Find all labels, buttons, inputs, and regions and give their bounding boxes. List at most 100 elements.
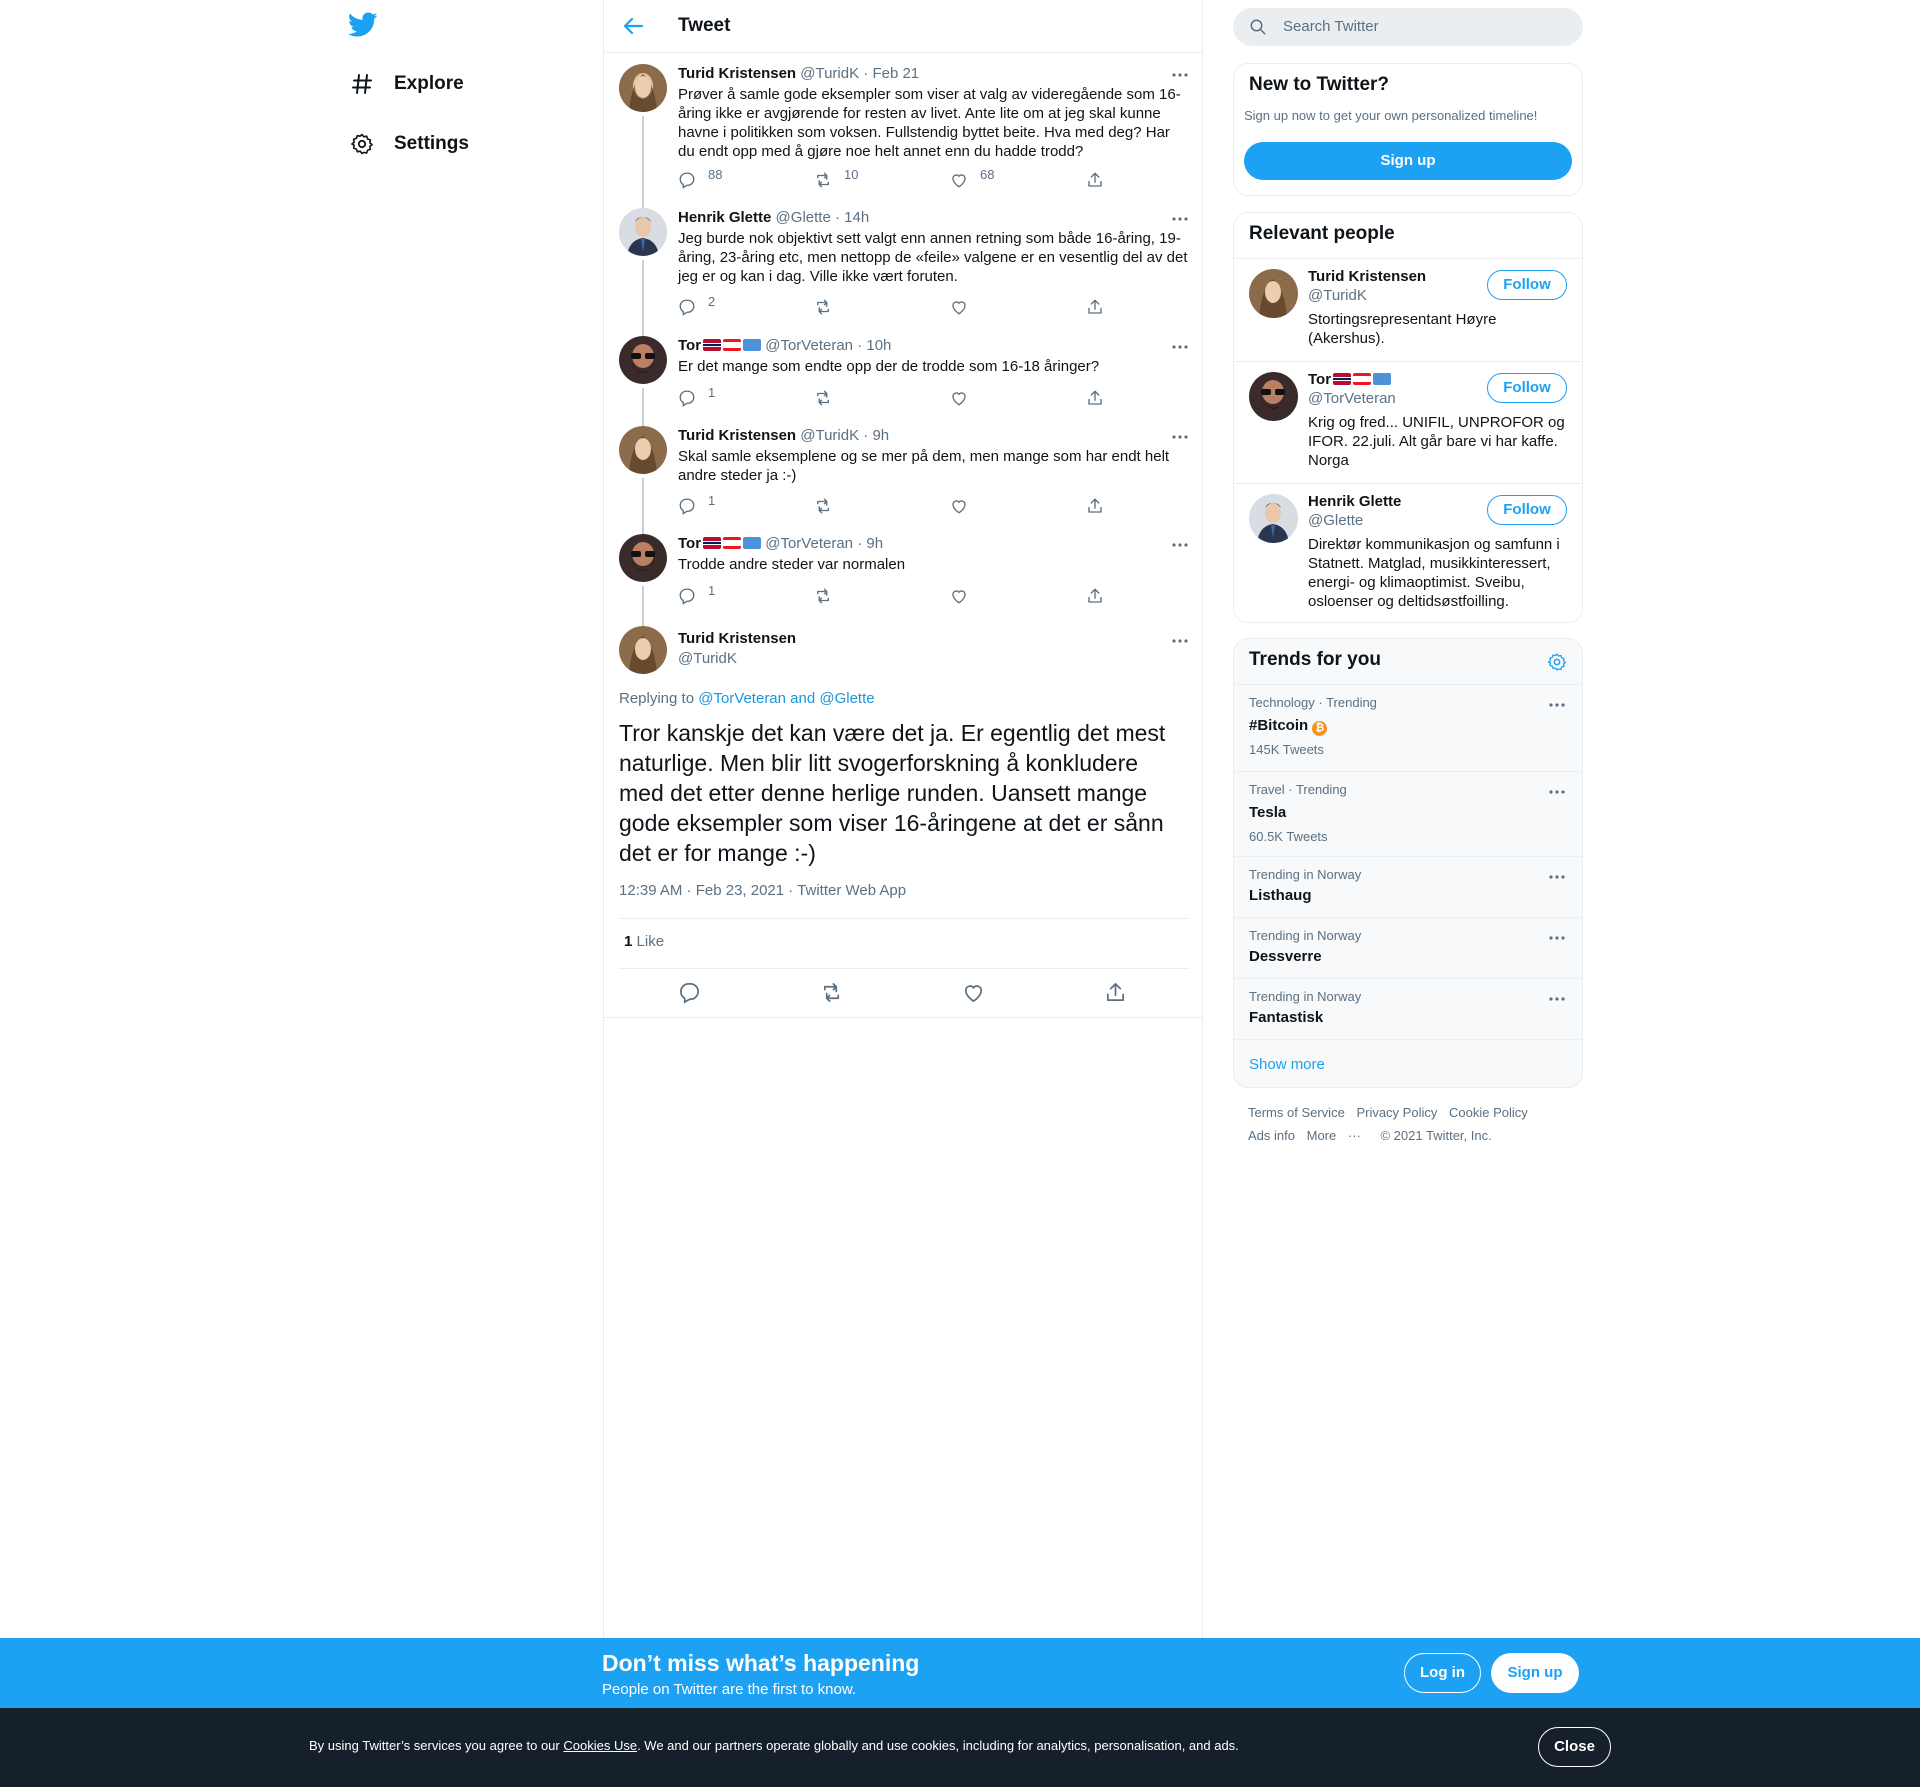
author-name[interactable]: Tor: [678, 337, 701, 354]
author-name[interactable]: Tor: [678, 535, 701, 552]
person-handle[interactable]: @Glette: [1308, 512, 1363, 529]
author-handle[interactable]: @TuridK: [678, 650, 737, 667]
reply-button[interactable]: 1: [678, 493, 715, 515]
author-handle[interactable]: @Glette: [776, 209, 831, 226]
person-name-row[interactable]: Tor: [1308, 371, 1392, 388]
trend-item[interactable]: Trending in Norway Dessverre: [1234, 917, 1582, 978]
more-options-icon[interactable]: [1547, 786, 1567, 798]
avatar[interactable]: [1249, 372, 1298, 421]
person-handle[interactable]: @TuridK: [1308, 287, 1367, 304]
cookies-use-link[interactable]: Cookies Use: [563, 1738, 637, 1753]
thread-tweet[interactable]: Turid Kristensen @TuridK · 9h Skal samle…: [604, 417, 1204, 526]
tweet-time[interactable]: Feb 21: [872, 65, 919, 82]
person-item[interactable]: Henrik Glette @Glette Direktør kommunika…: [1234, 483, 1582, 623]
replying-to-link[interactable]: @TorVeteran and @Glette: [698, 690, 874, 707]
terms-link[interactable]: Terms of Service: [1248, 1105, 1345, 1120]
more-options-icon[interactable]: [1170, 635, 1190, 647]
close-button[interactable]: Close: [1538, 1727, 1611, 1767]
tweet-time[interactable]: 9h: [866, 535, 883, 552]
thread-tweet[interactable]: Tor @TorVeteran · 10h Er det mange som e…: [604, 327, 1204, 418]
more-link[interactable]: More ···: [1307, 1128, 1369, 1143]
person-name[interactable]: Tor: [1308, 371, 1331, 388]
avatar[interactable]: [619, 534, 667, 582]
author-handle[interactable]: @TorVeteran: [765, 337, 853, 354]
sign-up-button[interactable]: Sign up: [1491, 1653, 1579, 1693]
more-options-icon[interactable]: [1547, 993, 1567, 1005]
person-item[interactable]: Tor @TorVeteran Krig og fred... UNIFIL, …: [1234, 361, 1582, 483]
author-handle[interactable]: @TuridK: [800, 427, 859, 444]
share-button[interactable]: [1104, 981, 1127, 1004]
nav-settings[interactable]: Settings: [340, 122, 469, 166]
retweet-button[interactable]: [814, 587, 832, 605]
reply-button[interactable]: 88: [678, 167, 722, 189]
avatar[interactable]: [619, 336, 667, 384]
more-options-icon[interactable]: [1170, 539, 1190, 551]
share-button[interactable]: [1086, 171, 1104, 189]
avatar[interactable]: [619, 426, 667, 474]
author-handle[interactable]: @TorVeteran: [765, 535, 853, 552]
person-name[interactable]: Turid Kristensen: [1308, 268, 1426, 285]
author-name[interactable]: Turid Kristensen: [678, 630, 796, 647]
share-button[interactable]: [1086, 587, 1104, 605]
more-options-icon[interactable]: [1170, 213, 1190, 225]
cookie-policy-link[interactable]: Cookie Policy: [1449, 1105, 1528, 1120]
share-button[interactable]: [1086, 298, 1104, 316]
share-button[interactable]: [1086, 389, 1104, 407]
follow-button[interactable]: Follow: [1487, 373, 1567, 403]
like-button[interactable]: 68: [950, 167, 994, 189]
more-options-icon[interactable]: [1547, 699, 1567, 711]
trend-item[interactable]: Technology · Trending #Bitcoin ₿ 145K Tw…: [1234, 684, 1582, 771]
follow-button[interactable]: Follow: [1487, 270, 1567, 300]
privacy-link[interactable]: Privacy Policy: [1356, 1105, 1437, 1120]
reply-button[interactable]: 2: [678, 294, 715, 316]
thread-tweet[interactable]: Turid Kristensen @TuridK · Feb 21 Prøver…: [604, 54, 1204, 204]
sign-up-button[interactable]: Sign up: [1244, 142, 1572, 180]
search-input[interactable]: Search Twitter: [1233, 8, 1583, 46]
avatar[interactable]: [1249, 269, 1298, 318]
author-handle[interactable]: @TuridK: [800, 65, 859, 82]
more-options-icon[interactable]: [1170, 341, 1190, 353]
retweet-button[interactable]: [814, 298, 832, 316]
twitter-logo-icon[interactable]: [348, 12, 378, 38]
thread-tweet[interactable]: Henrik Glette @Glette · 14h Jeg burde no…: [604, 199, 1204, 328]
person-name[interactable]: Henrik Glette: [1308, 493, 1401, 510]
follow-button[interactable]: Follow: [1487, 495, 1567, 525]
like-button[interactable]: [950, 587, 968, 605]
avatar[interactable]: [619, 64, 667, 112]
show-more-link[interactable]: Show more: [1234, 1039, 1582, 1088]
retweet-button[interactable]: 10: [814, 167, 858, 189]
back-arrow-icon[interactable]: [622, 16, 644, 36]
trend-item[interactable]: Trending in Norway Listhaug: [1234, 856, 1582, 917]
more-options-icon[interactable]: [1170, 69, 1190, 81]
more-options-icon[interactable]: [1547, 871, 1567, 883]
reply-button[interactable]: 1: [678, 583, 715, 605]
author-name[interactable]: Henrik Glette: [678, 209, 771, 226]
retweet-button[interactable]: [814, 497, 832, 515]
author-name[interactable]: Turid Kristensen: [678, 65, 796, 82]
avatar[interactable]: [619, 208, 667, 256]
share-button[interactable]: [1086, 497, 1104, 515]
thread-tweet[interactable]: Tor @TorVeteran · 9h Trodde andre steder…: [604, 525, 1204, 616]
person-handle[interactable]: @TorVeteran: [1308, 390, 1396, 407]
tweet-time[interactable]: 9h: [872, 427, 889, 444]
trend-item[interactable]: Travel · Trending Tesla 60.5K Tweets: [1234, 771, 1582, 856]
like-button[interactable]: [950, 389, 968, 407]
likes-summary[interactable]: 1 Like: [624, 933, 664, 950]
avatar[interactable]: [619, 626, 667, 674]
nav-explore[interactable]: Explore: [340, 62, 464, 106]
more-options-icon[interactable]: [1170, 431, 1190, 443]
gear-icon[interactable]: [1547, 652, 1567, 672]
avatar[interactable]: [1249, 494, 1298, 543]
person-item[interactable]: Turid Kristensen @TuridK Stortingsrepres…: [1234, 258, 1582, 361]
like-button[interactable]: [950, 497, 968, 515]
tweet-timestamp[interactable]: 12:39 AM · Feb 23, 2021 · Twitter Web Ap…: [619, 882, 906, 899]
trend-item[interactable]: Trending in Norway Fantastisk: [1234, 978, 1582, 1039]
like-button[interactable]: [950, 298, 968, 316]
author-name[interactable]: Turid Kristensen: [678, 427, 796, 444]
reply-button[interactable]: [678, 981, 701, 1004]
like-button[interactable]: [962, 981, 985, 1004]
more-options-icon[interactable]: [1547, 932, 1567, 944]
reply-button[interactable]: 1: [678, 385, 715, 407]
tweet-time[interactable]: 14h: [844, 209, 869, 226]
tweet-time[interactable]: 10h: [866, 337, 891, 354]
